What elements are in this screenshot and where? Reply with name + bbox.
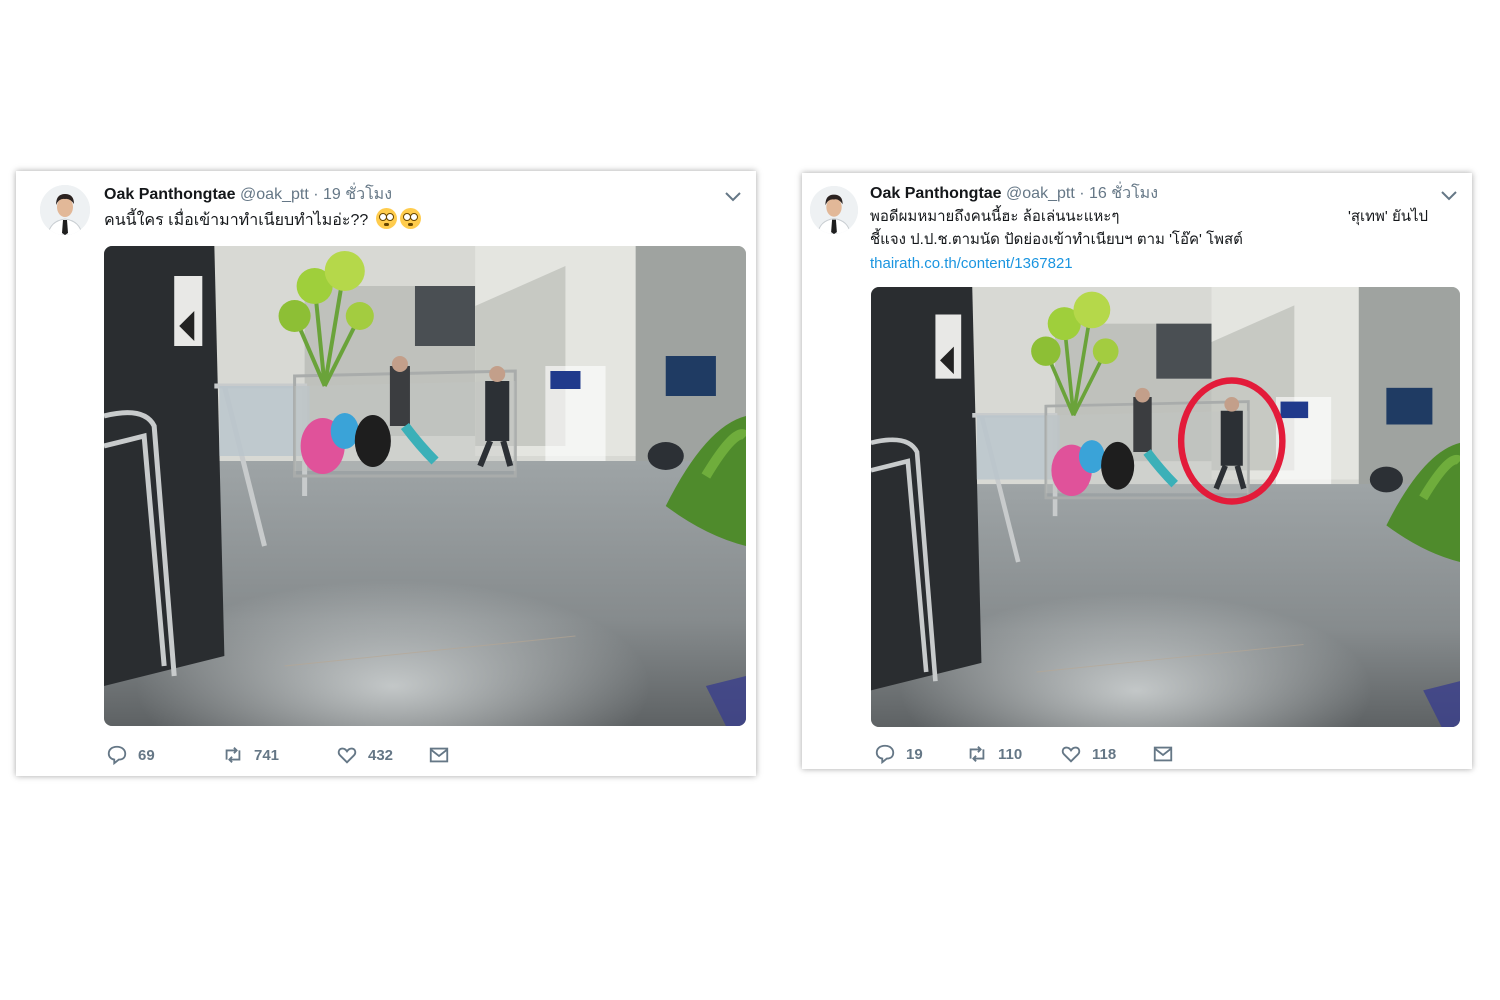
envelope-icon <box>429 747 449 763</box>
photo-hallway-scene <box>871 287 1460 727</box>
user-handle[interactable]: @oak_ptt <box>1006 185 1075 202</box>
tweet-text-line: พอดีผมหมายถึงคนนี้ฮะ ล้อเล่นนะแหะๆ <box>870 208 1120 225</box>
retweet-count: 110 <box>998 745 1023 763</box>
timestamp[interactable]: 19 ชั่วโมง <box>323 186 392 203</box>
display-name[interactable]: Oak Panthongtae <box>870 185 1002 202</box>
tweet-card: Oak Panthongtae @oak_ptt · 19 ชั่วโมง คน… <box>16 171 756 776</box>
flushed-face-icon <box>375 208 397 229</box>
display-name[interactable]: Oak Panthongtae <box>104 186 236 203</box>
page: Oak Panthongtae @oak_ptt · 19 ชั่วโมง คน… <box>0 0 1500 1000</box>
heart-icon <box>337 747 357 764</box>
avatar[interactable] <box>40 185 90 235</box>
reply-button[interactable]: 69 <box>106 744 155 766</box>
avatar-image <box>40 185 90 235</box>
separator: · <box>313 186 319 203</box>
tweet-photo[interactable] <box>104 246 746 726</box>
heart-icon <box>1061 746 1081 763</box>
like-button[interactable]: 432 <box>336 744 393 766</box>
tweet-text-quote: 'สุเทพ' ยันไป <box>1348 208 1429 225</box>
like-button[interactable]: 118 <box>1060 743 1116 765</box>
tweet-header: Oak Panthongtae @oak_ptt · 19 ชั่วโมง <box>104 185 392 205</box>
envelope-icon <box>1153 746 1173 762</box>
timestamp[interactable]: 16 ชั่วโมง <box>1089 185 1158 202</box>
retweet-icon <box>969 746 985 762</box>
tweet-text-content: คนนี้ใคร เมื่อเข้ามาทำเนียบทำไมอ่ะ?? <box>104 212 369 229</box>
avatar[interactable] <box>810 186 858 234</box>
separator: · <box>1079 185 1085 202</box>
chevron-down-icon[interactable] <box>1440 188 1458 202</box>
reply-button[interactable]: 19 <box>874 743 923 765</box>
direct-message-button[interactable] <box>1152 743 1184 765</box>
direct-message-button[interactable] <box>428 744 460 766</box>
reply-count: 69 <box>138 746 155 764</box>
reply-icon <box>875 744 895 765</box>
tweet-photo[interactable] <box>871 287 1460 727</box>
tweet-text: คนนี้ใคร เมื่อเข้ามาทำเนียบทำไมอ่ะ?? <box>104 208 421 232</box>
tweet-card: Oak Panthongtae @oak_ptt · 16 ชั่วโมง พอ… <box>802 173 1472 769</box>
retweet-count: 741 <box>254 746 280 764</box>
photo-hallway-scene <box>104 246 746 726</box>
like-count: 432 <box>368 746 394 764</box>
chevron-down-icon[interactable] <box>724 189 742 203</box>
avatar-image <box>810 186 858 234</box>
reply-count: 19 <box>906 745 923 763</box>
user-handle[interactable]: @oak_ptt <box>240 186 309 203</box>
like-count: 118 <box>1092 745 1117 763</box>
retweet-button[interactable]: 741 <box>222 744 279 766</box>
reply-icon <box>107 745 127 766</box>
retweet-icon <box>225 747 241 763</box>
tweet-link[interactable]: thairath.co.th/content/1367821 <box>870 252 1073 275</box>
tweet-header: Oak Panthongtae @oak_ptt · 16 ชั่วโมง <box>870 184 1158 204</box>
flushed-face-icon <box>399 208 421 229</box>
retweet-button[interactable]: 110 <box>966 743 1022 765</box>
tweet-text-line: ชี้แจง ป.ป.ช.ตามนัด ปัดย่องเข้าทำเนียบฯ … <box>870 231 1243 248</box>
